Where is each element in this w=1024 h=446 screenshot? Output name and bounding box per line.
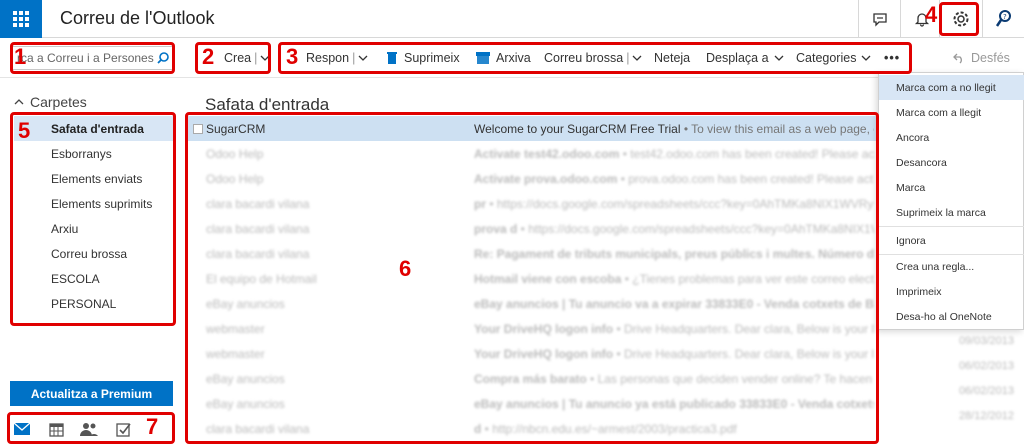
chat-button[interactable] (858, 0, 900, 38)
menu-item-flag[interactable]: Marca (879, 175, 1024, 200)
app-launcher-button[interactable] (0, 0, 42, 38)
help-button[interactable]: ? (982, 0, 1024, 38)
app-title: Correu de l'Outlook (60, 8, 215, 28)
folders-header[interactable]: Carpetes (14, 94, 87, 110)
annotation-label-6: 6 (399, 256, 412, 281)
chat-icon (872, 13, 887, 27)
menu-item-clear-flag[interactable]: Suprimeix la marca (879, 200, 1024, 225)
menu-item-pin[interactable]: Ancora (879, 125, 1024, 150)
menu-item-label: Suprimeix la marca (896, 206, 986, 219)
menu-item-label: Marca (896, 181, 926, 194)
annotation-box-4 (939, 2, 979, 36)
menu-item-label: Crea una regla... (896, 260, 975, 273)
annotation-box-3 (278, 42, 912, 74)
annotation-label-5: 5 (18, 118, 31, 143)
annotation-label-3: 3 (286, 44, 299, 69)
menu-item-label: Desa-ho al OneNote (896, 310, 992, 323)
svg-text:?: ? (1003, 13, 1007, 21)
waffle-icon (13, 11, 29, 27)
annotation-box-5 (10, 112, 176, 326)
annotation-label-1: 1 (14, 44, 27, 69)
annotation-label-4: 4 (925, 2, 938, 27)
menu-item-label: Desancora (896, 156, 947, 169)
annotation-box-1 (10, 42, 175, 74)
chevron-up-icon (14, 99, 24, 105)
undo-button[interactable]: Desfés (953, 48, 1010, 68)
annotation-box-6 (185, 112, 879, 444)
menu-item-mark-unread[interactable]: Marca com a no llegit (879, 75, 1024, 100)
menu-item-ignore[interactable]: Ignora (879, 228, 1024, 253)
folders-header-label: Carpetes (30, 94, 87, 110)
annotation-label-2: 2 (202, 44, 215, 69)
menu-item-label: Ancora (896, 131, 930, 144)
menu-item-create-rule[interactable]: Crea una regla... (879, 254, 1024, 279)
menu-item-label: Ignora (896, 234, 926, 247)
undo-icon (953, 53, 962, 64)
menu-item-unpin[interactable]: Desancora (879, 150, 1024, 175)
menu-item-print[interactable]: Imprimeix (879, 279, 1024, 304)
annotation-label-7: 7 (146, 414, 159, 439)
undo-label: Desfés (971, 51, 1010, 65)
date-column: 09/03/2013 06/02/2013 06/02/2013 28/12/2… (958, 335, 1014, 422)
upgrade-premium-button[interactable]: Actualitza a Premium (10, 381, 173, 406)
help-icon: ? (995, 10, 1011, 27)
menu-item-label: Marca com a llegit (896, 106, 982, 119)
menu-item-mark-read[interactable]: Marca com a llegit (879, 100, 1024, 125)
menu-item-label: Imprimeix (896, 285, 942, 298)
more-actions-menu: Marca com a no llegit Marca com a llegit… (878, 72, 1024, 330)
menu-item-save-onenote[interactable]: Desa-ho al OneNote (879, 304, 1024, 329)
menu-divider (879, 226, 1024, 227)
menu-item-label: Marca com a no llegit (896, 81, 996, 94)
